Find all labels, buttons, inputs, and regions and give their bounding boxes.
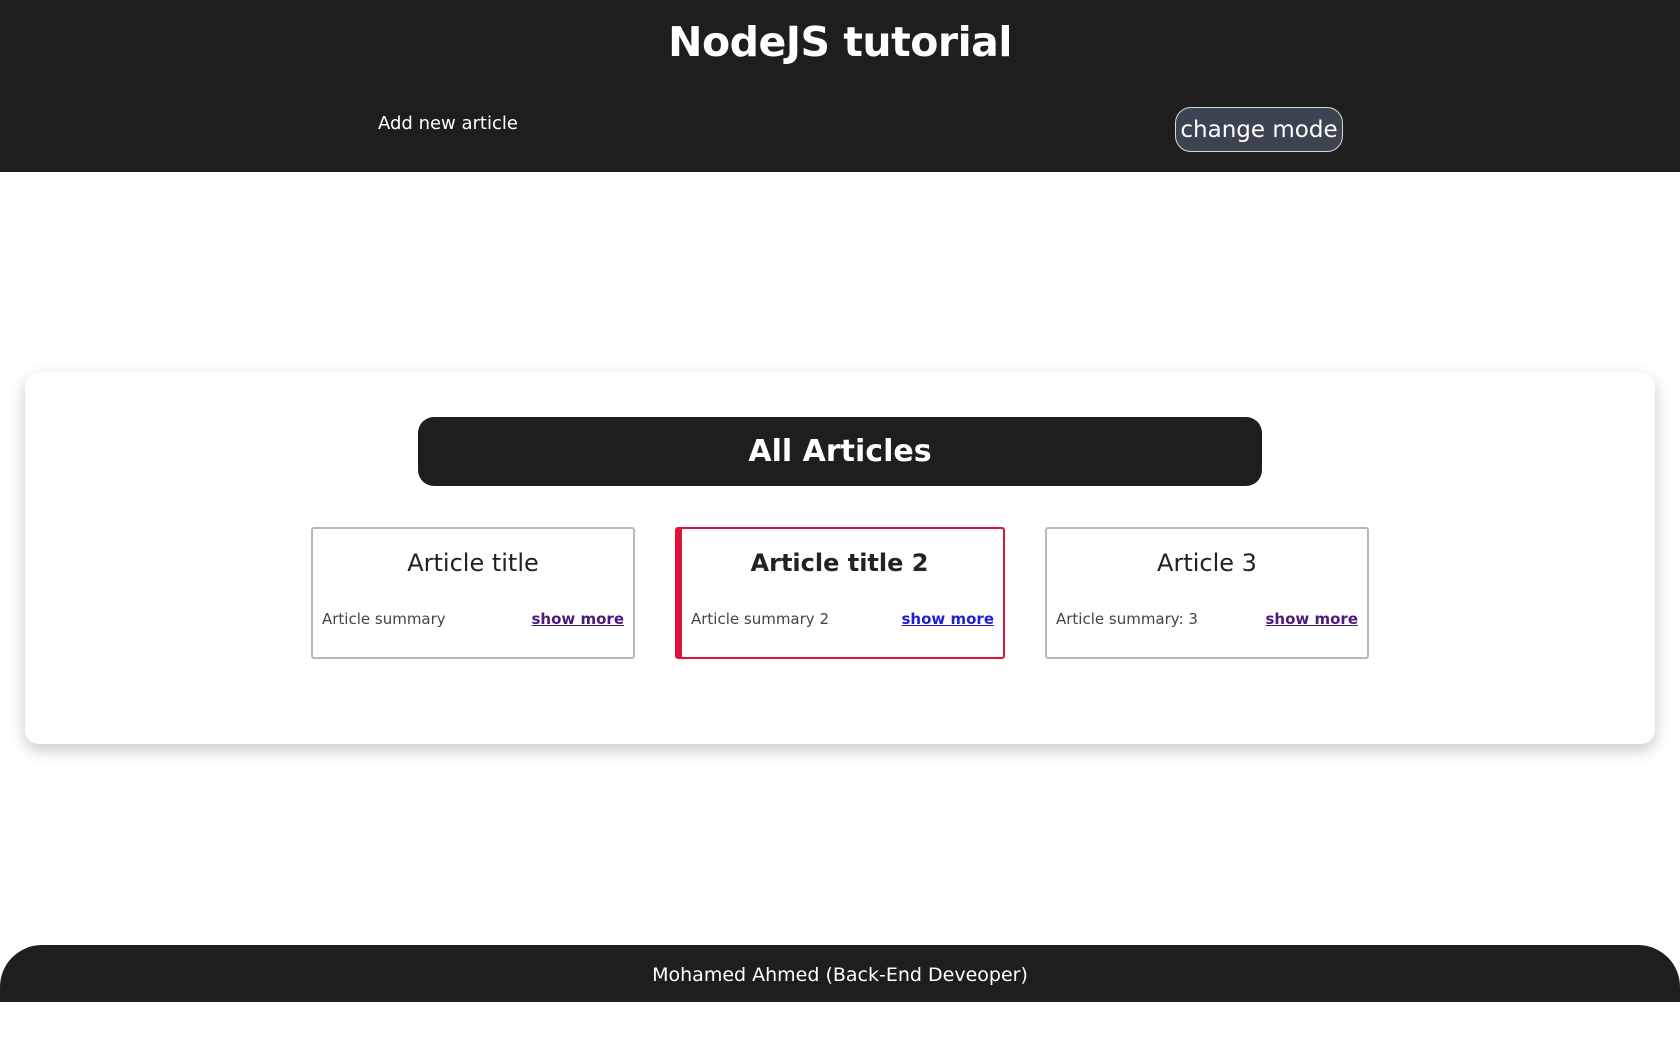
- site-header: NodeJS tutorial Add new article change m…: [0, 0, 1680, 172]
- site-title: NodeJS tutorial: [668, 18, 1012, 66]
- show-more-link[interactable]: show more: [532, 610, 625, 628]
- article-title: Article 3: [1157, 549, 1257, 577]
- article-title: Article title: [407, 549, 539, 577]
- all-articles-heading: All Articles: [418, 417, 1262, 486]
- article-summary: Article summary: 3: [1056, 610, 1198, 628]
- show-more-link[interactable]: show more: [902, 610, 995, 628]
- show-more-link[interactable]: show more: [1266, 610, 1359, 628]
- articles-panel: All Articles Article title Article summa…: [25, 372, 1655, 744]
- article-summary: Article summary 2: [691, 610, 829, 628]
- article-summary: Article summary: [322, 610, 446, 628]
- site-footer: Mohamed Ahmed (Back-End Deveoper): [0, 945, 1680, 1002]
- article-card: Article title Article summary show more: [311, 527, 635, 659]
- change-mode-button[interactable]: change mode: [1175, 107, 1343, 152]
- article-title: Article title 2: [750, 549, 929, 577]
- article-card: Article 3 Article summary: 3 show more: [1045, 527, 1369, 659]
- add-article-link[interactable]: Add new article: [378, 113, 518, 134]
- article-card-active: Article title 2 Article summary 2 show m…: [675, 527, 1005, 659]
